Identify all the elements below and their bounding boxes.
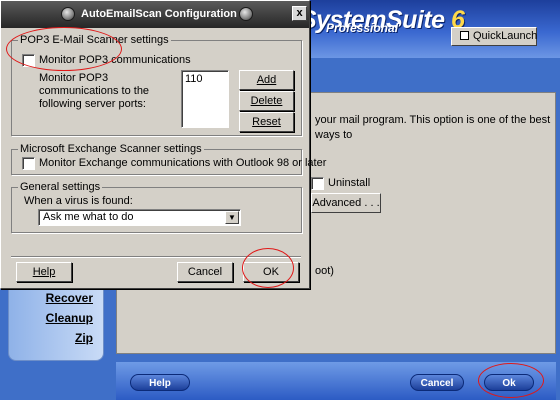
uninstall-checkbox[interactable] <box>311 177 324 190</box>
reset-ports-label: Reset <box>252 116 281 128</box>
virus-action-select[interactable]: Ask me what to do ▼ <box>38 209 241 226</box>
annotation-circle-ok <box>242 248 294 288</box>
exchange-monitor-label: Monitor Exchange communications with Out… <box>39 157 327 169</box>
pop3-ports-label: Monitor POP3 communications to the follo… <box>39 72 150 110</box>
sidebar-item-cleanup[interactable]: Cleanup <box>46 311 93 325</box>
sidebar-item-zip[interactable]: Zip <box>75 331 93 345</box>
virus-action-label: When a virus is found: <box>24 195 133 207</box>
help-label: Help <box>32 266 56 278</box>
title-orb-icon <box>239 7 253 21</box>
advanced-button[interactable]: Advanced . . . <box>311 193 381 213</box>
delete-port-label: Delete <box>250 95 283 107</box>
app-cancel-button[interactable]: Cancel <box>410 374 464 391</box>
annotation-circle-app-ok <box>478 363 544 398</box>
annotation-circle-pop3 <box>6 27 122 71</box>
general-group-title: General settings <box>18 181 103 193</box>
app-help-button[interactable]: Help <box>130 374 190 391</box>
quicklaunch-button[interactable]: QuickLaunch <box>451 27 537 46</box>
help-button[interactable]: Help <box>16 262 72 282</box>
port-list-item[interactable]: 110 <box>185 73 225 85</box>
pop3-ports-list[interactable]: 110 <box>181 70 229 128</box>
quicklaunch-label: QuickLaunch <box>473 30 538 42</box>
sidebar-panel: Recover Cleanup Zip <box>8 283 104 361</box>
title-orb-icon <box>61 7 75 21</box>
close-button[interactable]: x <box>292 6 307 21</box>
exchange-monitor-checkbox[interactable] <box>22 157 35 170</box>
delete-port-button[interactable]: Delete <box>239 91 294 111</box>
cancel-button[interactable]: Cancel <box>177 262 233 282</box>
partial-text: oot) <box>315 265 334 277</box>
uninstall-label: Uninstall <box>328 177 371 189</box>
logo-subtitle: Professional <box>326 21 399 35</box>
dialog-title: AutoEmailScan Configuration <box>81 8 237 20</box>
add-port-button[interactable]: Add <box>239 70 294 90</box>
virus-action-value: Ask me what to do <box>43 211 134 223</box>
exchange-group-title: Microsoft Exchange Scanner settings <box>18 143 204 155</box>
dialog-title-bar[interactable]: AutoEmailScan Configuration x <box>1 1 309 28</box>
quicklaunch-icon <box>460 31 469 40</box>
chevron-down-icon[interactable]: ▼ <box>225 211 239 224</box>
feature-description: your mail program. This option is one of… <box>315 114 551 141</box>
sidebar-item-recover[interactable]: Recover <box>46 291 93 305</box>
add-port-label: Add <box>256 74 277 86</box>
reset-ports-button[interactable]: Reset <box>239 112 294 132</box>
